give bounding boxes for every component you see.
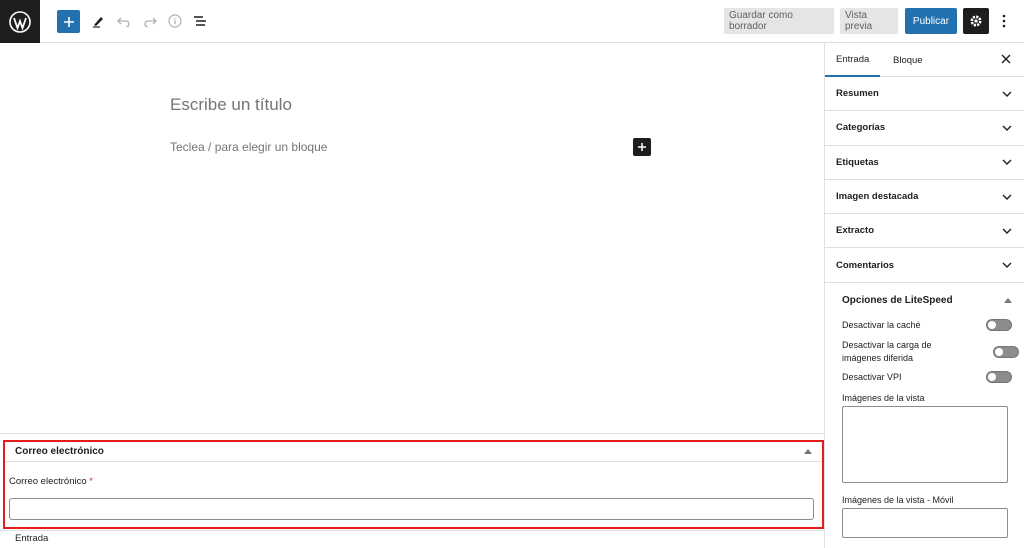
option-disable-lazyload: Desactivar la carga de imágenes diferida: [842, 339, 1019, 365]
chevron-down-icon: [1002, 125, 1012, 131]
tab-entrada[interactable]: Entrada: [825, 43, 881, 77]
chevron-down-icon: [1002, 228, 1012, 234]
breadcrumb[interactable]: Entrada: [15, 533, 48, 544]
wordpress-logo-icon[interactable]: [0, 0, 40, 43]
meta-box-header[interactable]: Correo electrónico: [5, 442, 822, 462]
chevron-down-icon: [1002, 91, 1012, 97]
required-mark: *: [89, 476, 93, 487]
panel-label: Extracto: [836, 225, 875, 237]
block-inserter-button[interactable]: [633, 138, 651, 156]
meta-box-title: Correo electrónico: [15, 446, 104, 457]
email-field-label: Correo electrónico *: [9, 476, 822, 487]
sidebar-tabs: Entrada Bloque: [825, 43, 1024, 77]
panel-label: Etiquetas: [836, 156, 879, 168]
viewport-images-mobile-label: Imágenes de la vista - Móvil: [842, 494, 954, 505]
plus-icon: [63, 16, 74, 27]
triangle-up-icon: [1004, 298, 1012, 304]
option-disable-vpi: Desactivar VPI: [842, 370, 1012, 383]
publish-button[interactable]: Publicar: [905, 8, 957, 34]
triangle-up-icon: [804, 449, 812, 454]
panel-etiquetas[interactable]: Etiquetas: [825, 146, 1024, 180]
gear-icon: [970, 15, 982, 27]
preview-button[interactable]: Vista previa: [840, 8, 898, 34]
panel-resumen[interactable]: Resumen: [825, 77, 1024, 112]
pencil-icon[interactable]: [90, 9, 106, 33]
chevron-down-icon: [1002, 159, 1012, 166]
post-title-input[interactable]: Escribe un título: [170, 95, 292, 115]
litespeed-panel: Opciones de LiteSpeed Desactivar la cach…: [825, 287, 1024, 538]
close-icon[interactable]: [1000, 53, 1012, 65]
option-label: Desactivar VPI: [842, 371, 902, 382]
viewport-images-textarea[interactable]: [842, 405, 1008, 483]
disable-vpi-toggle[interactable]: [986, 370, 1012, 383]
option-label: Desactivar la carga de imágenes diferida: [842, 339, 932, 363]
chevron-down-icon: [1002, 194, 1012, 200]
add-block-button[interactable]: [57, 10, 80, 33]
divider: [0, 433, 824, 434]
info-icon[interactable]: [167, 9, 183, 33]
email-meta-box: Correo electrónico Correo electrónico *: [3, 440, 824, 529]
email-field[interactable]: [9, 498, 814, 520]
disable-lazyload-toggle[interactable]: [993, 345, 1019, 358]
panel-imagen-destacada[interactable]: Imagen destacada: [825, 180, 1024, 215]
redo-icon[interactable]: [142, 9, 158, 33]
viewport-images-mobile-textarea[interactable]: [842, 507, 1008, 538]
panel-categorias[interactable]: Categorías: [825, 111, 1024, 146]
plus-icon: [638, 143, 646, 151]
panel-label: Resumen: [836, 88, 879, 100]
save-draft-button[interactable]: Guardar como borrador: [724, 8, 834, 34]
tab-bloque[interactable]: Bloque: [882, 43, 934, 77]
option-label: Desactivar la caché: [842, 319, 921, 330]
footer-divider: [0, 530, 824, 531]
chevron-down-icon: [1002, 262, 1012, 269]
panel-label: Comentarios: [836, 259, 895, 271]
litespeed-title: Opciones de LiteSpeed: [842, 295, 953, 307]
email-label-text: Correo electrónico: [9, 476, 87, 487]
editor-toolbar: Guardar como borrador Vista previa Publi…: [0, 0, 1024, 43]
panel-extracto[interactable]: Extracto: [825, 214, 1024, 249]
settings-button[interactable]: [963, 8, 989, 34]
panel-label: Imagen destacada: [836, 191, 919, 203]
settings-sidebar: Entrada Bloque Resumen Categorías Etique…: [824, 43, 1024, 548]
list-view-icon[interactable]: [192, 9, 208, 33]
litespeed-header[interactable]: Opciones de LiteSpeed: [842, 287, 1012, 315]
block-placeholder[interactable]: Teclea / para elegir un bloque: [170, 140, 327, 154]
editor-canvas: Escribe un título Teclea / para elegir u…: [0, 43, 824, 433]
panel-label: Categorías: [836, 122, 886, 134]
panel-comentarios[interactable]: Comentarios: [825, 248, 1024, 283]
more-options-icon[interactable]: [996, 9, 1012, 33]
option-disable-cache: Desactivar la caché: [842, 318, 1012, 331]
disable-cache-toggle[interactable]: [986, 318, 1012, 331]
undo-icon[interactable]: [116, 9, 132, 33]
viewport-images-label: Imágenes de la vista: [842, 392, 925, 403]
